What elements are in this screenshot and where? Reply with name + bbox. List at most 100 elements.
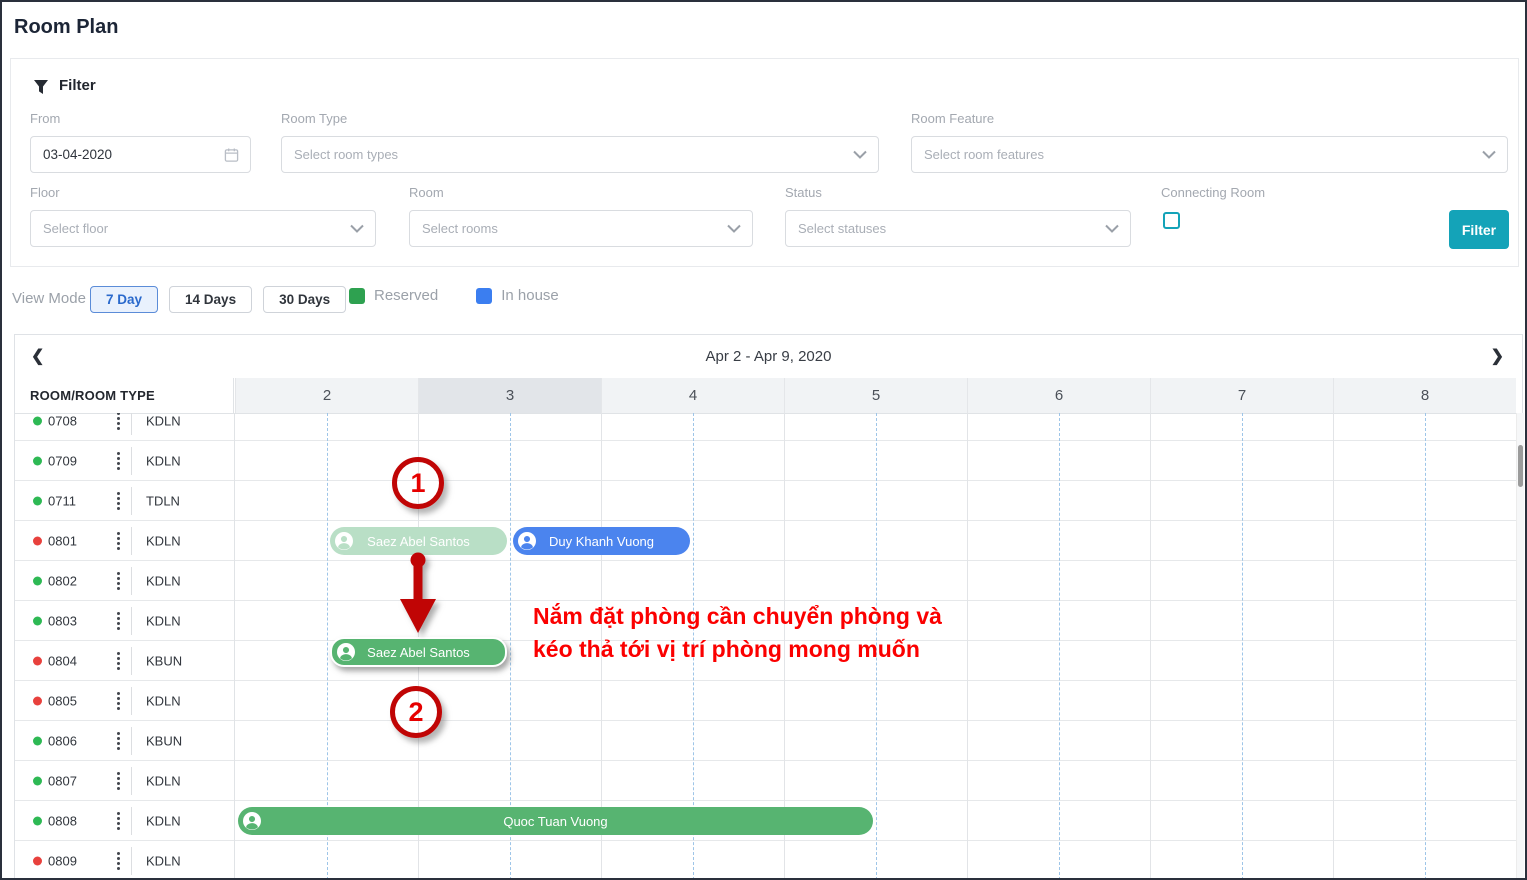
vertical-scrollbar[interactable] [1516, 413, 1524, 880]
status-select[interactable]: Select statuses [785, 210, 1131, 247]
cell-divider [131, 413, 132, 435]
room-row: 0802 KDLN [15, 561, 1522, 601]
room-type-code: KDLN [146, 573, 181, 588]
kebab-dot [117, 692, 120, 695]
cell-divider [131, 687, 132, 715]
view-mode-option[interactable]: 30 Days [263, 286, 346, 313]
kebab-dot [117, 413, 120, 415]
room-status-dot [33, 736, 42, 745]
room-type-code: KDLN [146, 413, 181, 428]
room-status-dot [33, 856, 42, 865]
view-mode-label: View Mode [12, 290, 86, 307]
guest-person-icon [337, 643, 355, 661]
kebab-menu-icon[interactable] [115, 530, 122, 552]
day-header-cell[interactable]: 7 [1150, 378, 1333, 413]
chevron-down-icon [1105, 224, 1119, 233]
day-header-cell[interactable]: 3 [418, 378, 601, 413]
room-status-dot [33, 816, 42, 825]
kebab-dot [117, 497, 120, 500]
room-number: 0808 [48, 813, 77, 828]
kebab-dot [117, 737, 120, 740]
annotation-step2-circle: 2 [390, 686, 442, 738]
date-range-label: Apr 2 - Apr 9, 2020 [15, 348, 1522, 365]
room-type-code: KDLN [146, 853, 181, 868]
kebab-dot [117, 502, 120, 505]
room-select[interactable]: Select rooms [409, 210, 753, 247]
day-header-cell[interactable]: 8 [1333, 378, 1516, 413]
day-header-cell[interactable]: 2 [235, 378, 418, 413]
kebab-menu-icon[interactable] [115, 850, 122, 872]
floor-label: Floor [30, 185, 60, 200]
filter-panel: Filter From 03-04-2020 Room Type Select … [10, 58, 1519, 267]
grid-day-boundary [1150, 413, 1151, 880]
kebab-menu-icon[interactable] [115, 650, 122, 672]
kebab-dot [117, 577, 120, 580]
booking-bar[interactable]: Saez Abel Santos [330, 637, 507, 667]
floor-placeholder: Select floor [43, 221, 108, 236]
room-type-code: KDLN [146, 533, 181, 548]
room-number: 0708 [48, 413, 77, 428]
room-row: 0709KDLN [15, 441, 1522, 481]
chevron-down-icon [350, 224, 364, 233]
day-header-cell[interactable]: 6 [967, 378, 1150, 413]
room-type-code: KDLN [146, 613, 181, 628]
room-feature-select[interactable]: Select room features [911, 136, 1508, 173]
kebab-dot [117, 852, 120, 855]
page-title: Room Plan [14, 16, 118, 39]
cell-divider [131, 767, 132, 795]
kebab-menu-icon[interactable] [115, 690, 122, 712]
kebab-menu-icon[interactable] [115, 490, 122, 512]
cell-divider [131, 567, 132, 595]
calendar-nav: ❮ Apr 2 - Apr 9, 2020 ❯ [15, 335, 1522, 379]
kebab-dot [117, 492, 120, 495]
cell-divider [131, 647, 132, 675]
kebab-dot [117, 627, 120, 630]
next-week-button[interactable]: ❯ [1491, 346, 1504, 366]
kebab-dot [117, 617, 120, 620]
cell-divider [131, 727, 132, 755]
day-header-cell[interactable]: 4 [601, 378, 784, 413]
kebab-menu-icon[interactable] [115, 413, 122, 432]
booking-bar[interactable]: Duy Khanh Vuong [513, 527, 690, 555]
kebab-menu-icon[interactable] [115, 810, 122, 832]
view-mode-option[interactable]: 14 Days [169, 286, 252, 313]
kebab-menu-icon[interactable] [115, 570, 122, 592]
filter-button[interactable]: Filter [1449, 210, 1509, 249]
room-status-dot [33, 416, 42, 425]
room-number: 0804 [48, 653, 77, 668]
view-mode-option[interactable]: 7 Day [90, 286, 158, 313]
room-feature-placeholder: Select room features [924, 147, 1044, 162]
room-type-code: TDLN [146, 493, 180, 508]
grid-day-boundary [967, 413, 968, 880]
annotation-note-line1: Nắm đặt phòng cần chuyển phòng và [533, 600, 942, 633]
room-number: 0709 [48, 453, 77, 468]
kebab-dot [117, 547, 120, 550]
room-number: 0802 [48, 573, 77, 588]
room-number: 0807 [48, 773, 77, 788]
room-type-select[interactable]: Select room types [281, 136, 879, 173]
connecting-room-label: Connecting Room [1161, 185, 1265, 200]
filter-title: Filter [59, 77, 96, 94]
scrollbar-thumb[interactable] [1518, 445, 1523, 487]
kebab-menu-icon[interactable] [115, 730, 122, 752]
kebab-menu-icon[interactable] [115, 610, 122, 632]
kebab-dot [117, 707, 120, 710]
kebab-dot [117, 582, 120, 585]
grid-noon-line [1059, 413, 1060, 880]
kebab-menu-icon[interactable] [115, 450, 122, 472]
kebab-dot [117, 822, 120, 825]
kebab-menu-icon[interactable] [115, 770, 122, 792]
room-row: 0806KBUN [15, 721, 1522, 761]
connecting-room-checkbox[interactable] [1163, 212, 1180, 229]
annotation-drag-arrow [399, 551, 437, 637]
room-type-code: KBUN [146, 653, 182, 668]
guest-name: Saez Abel Santos [367, 534, 470, 549]
room-placeholder: Select rooms [422, 221, 498, 236]
kebab-dot [117, 457, 120, 460]
booking-bar[interactable]: Quoc Tuan Vuong [238, 807, 873, 835]
kebab-dot [117, 787, 120, 790]
from-date-input[interactable]: 03-04-2020 [30, 136, 251, 173]
guest-name: Duy Khanh Vuong [549, 534, 654, 549]
day-header-cell[interactable]: 5 [784, 378, 967, 413]
floor-select[interactable]: Select floor [30, 210, 376, 247]
